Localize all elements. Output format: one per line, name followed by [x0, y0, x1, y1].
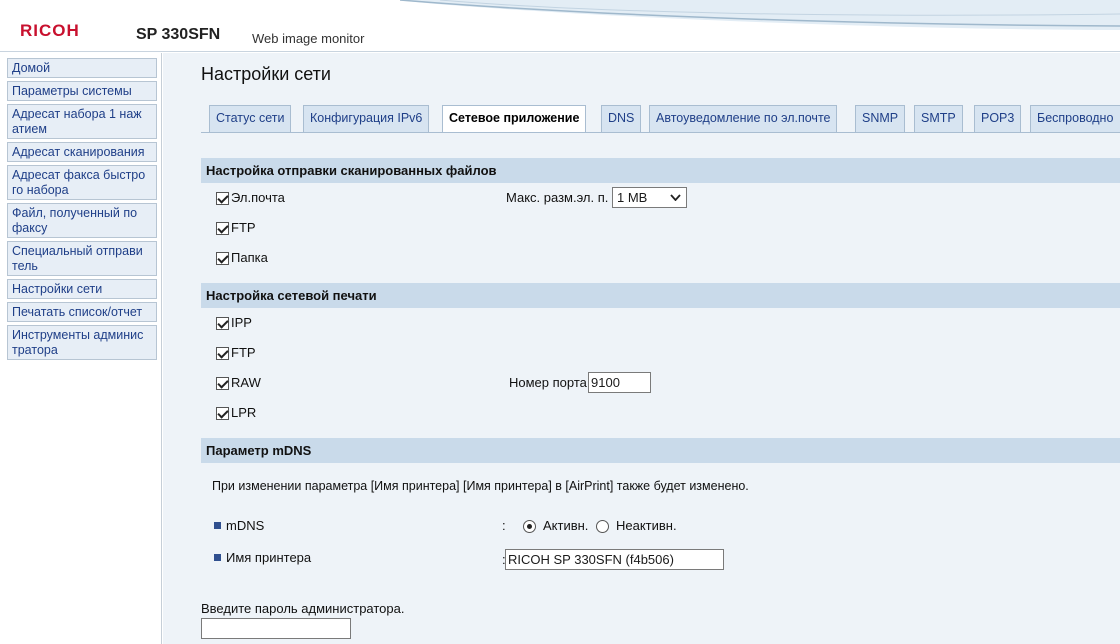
- header: RICOH SP 330SFN Web image monitor: [0, 0, 1120, 52]
- sidebar-item-label-line2: тратора: [12, 343, 58, 357]
- tab-network-application[interactable]: Сетевое приложение: [442, 105, 587, 132]
- model-name: SP 330SFN: [136, 26, 221, 43]
- folder-label: Папка: [231, 250, 268, 265]
- raw-checkbox[interactable]: [216, 377, 229, 390]
- mdns-label: mDNS: [226, 518, 265, 533]
- print-ftp-checkbox[interactable]: [216, 347, 229, 360]
- sidebar-item-label-line1: Файл, полученный по: [12, 206, 138, 220]
- sidebar-item-label: Параметры системы: [12, 84, 132, 98]
- admin-password-input[interactable]: [201, 618, 351, 639]
- tab-snmp[interactable]: SNMP: [855, 105, 906, 132]
- sidebar-item-label-line1: Адресат факса быстро: [12, 168, 146, 182]
- tab-bar: Статус сети Конфигурация IPv6 Сетевое пр…: [209, 105, 1120, 132]
- sidebar-item-label-line2: го набора: [12, 183, 69, 197]
- sidebar-item-label-line2: тель: [12, 259, 38, 273]
- email-label: Эл.почта: [231, 190, 285, 205]
- print-ftp-label: FTP: [231, 345, 256, 360]
- sidebar-item-one-touch-dial[interactable]: Адресат набора 1 наж атием: [7, 104, 157, 139]
- mdns-note: При изменении параметра [Имя принтера] […: [212, 479, 749, 493]
- printer-name-input[interactable]: RICOH SP 330SFN (f4b506): [505, 549, 724, 570]
- tab-smtp[interactable]: SMTP: [914, 105, 963, 132]
- sidebar-item-label-line1: Адресат набора 1 наж: [12, 107, 142, 121]
- max-email-size-label: Макс. разм.эл. п.: [506, 190, 609, 205]
- lpr-label: LPR: [231, 405, 257, 420]
- sidebar-item-system-settings[interactable]: Параметры системы: [7, 81, 157, 101]
- sidebar-item-label: Печатать список/отчет: [12, 305, 143, 319]
- sidebar-item-network-settings[interactable]: Настройки сети: [7, 279, 157, 299]
- tab-network-status[interactable]: Статус сети: [209, 105, 292, 132]
- port-number-label: Номер порта: [509, 375, 587, 390]
- tab-divider: [201, 132, 1120, 133]
- sidebar-item-scan-destination[interactable]: Адресат сканирования: [7, 142, 157, 162]
- page-title: Настройки сети: [201, 64, 331, 84]
- mdns-active-label: Активн.: [543, 518, 589, 533]
- mdns-inactive-label: Неактивн.: [616, 518, 677, 533]
- bullet-icon: [214, 554, 221, 561]
- sidebar-item-label-line1: Инструменты админис: [12, 328, 144, 342]
- sidebar-item-fax-received-file[interactable]: Файл, полученный по факсу: [7, 203, 157, 238]
- tab-dns[interactable]: DNS: [601, 105, 642, 132]
- mdns-inactive-radio[interactable]: [596, 520, 609, 533]
- max-email-size-value: 1 MB: [617, 190, 648, 205]
- max-email-size-select[interactable]: 1 MB: [612, 187, 687, 208]
- ipp-checkbox[interactable]: [216, 317, 229, 330]
- printer-name-label: Имя принтера: [226, 550, 312, 565]
- sidebar-item-label: Домой: [12, 61, 51, 75]
- scan-ftp-checkbox[interactable]: [216, 222, 229, 235]
- tab-pop3[interactable]: POP3: [974, 105, 1022, 132]
- mdns-active-radio[interactable]: [523, 520, 536, 533]
- ricoh-logo: RICOH: [20, 21, 80, 40]
- bullet-icon: [214, 522, 221, 529]
- port-number-input[interactable]: 9100: [588, 372, 651, 393]
- email-checkbox[interactable]: [216, 192, 229, 205]
- ipp-label: IPP: [231, 315, 252, 330]
- folder-checkbox[interactable]: [216, 252, 229, 265]
- sidebar-item-label: Адресат сканирования: [12, 145, 145, 159]
- chevron-down-icon: [670, 194, 681, 201]
- section-header-mdns: Параметр mDNS: [201, 438, 1120, 463]
- tab-wireless[interactable]: Беспроводно: [1030, 105, 1120, 132]
- lpr-checkbox[interactable]: [216, 407, 229, 420]
- sidebar-item-special-sender[interactable]: Специальный отправи тель: [7, 241, 157, 276]
- scan-ftp-label: FTP: [231, 220, 256, 235]
- sidebar-item-label-line1: Специальный отправи: [12, 244, 143, 258]
- sidebar-item-print-list-report[interactable]: Печатать список/отчет: [7, 302, 157, 322]
- tab-ipv6-config[interactable]: Конфигурация IPv6: [303, 105, 430, 132]
- sidebar-item-label-line2: атием: [12, 122, 47, 136]
- sidebar-item-home[interactable]: Домой: [7, 58, 157, 78]
- sidebar-item-label: Настройки сети: [12, 282, 103, 296]
- header-swoosh-graphic: [400, 0, 1120, 30]
- admin-password-label: Введите пароль администратора.: [201, 601, 405, 616]
- section-header-network-print: Настройка сетевой печати: [201, 283, 1120, 308]
- sidebar-item-label-line2: факсу: [12, 221, 48, 235]
- sidebar: Домой Параметры системы Адресат набора 1…: [0, 53, 162, 644]
- section-header-scan: Настройка отправки сканированных файлов: [201, 158, 1120, 183]
- raw-label: RAW: [231, 375, 261, 390]
- sidebar-item-fax-speed-dial[interactable]: Адресат факса быстро го набора: [7, 165, 157, 200]
- main-content: Настройки сети Статус сети Конфигурация …: [163, 53, 1120, 644]
- app-subtitle: Web image monitor: [252, 31, 365, 46]
- sidebar-item-admin-tools[interactable]: Инструменты админис тратора: [7, 325, 157, 360]
- mdns-colon: :: [502, 518, 506, 533]
- tab-email-notification[interactable]: Автоуведомление по эл.почте: [649, 105, 838, 132]
